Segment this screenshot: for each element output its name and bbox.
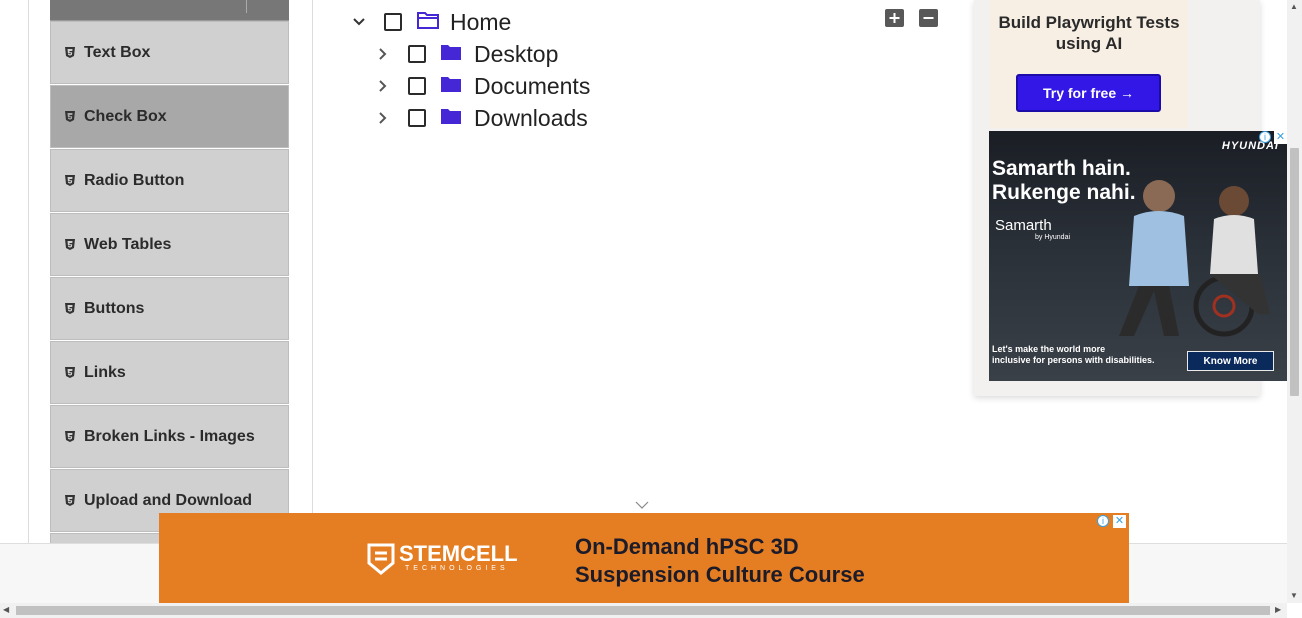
checkbox[interactable] bbox=[408, 109, 426, 127]
scroll-left-arrow-icon[interactable]: ◀ bbox=[3, 605, 9, 614]
tree-node-label[interactable]: Desktop bbox=[474, 41, 558, 68]
ad-title: Build Playwright Tests using AI bbox=[998, 13, 1180, 53]
minus-square-icon bbox=[923, 17, 934, 19]
tree-node-desktop: Desktop bbox=[375, 40, 558, 68]
scroll-up-arrow-icon[interactable]: ▲ bbox=[1290, 2, 1298, 11]
sidebar-item-label: Radio Button bbox=[84, 171, 185, 189]
chevron-right-icon[interactable] bbox=[375, 46, 391, 62]
html5-icon bbox=[65, 367, 75, 378]
tree-node-label[interactable]: Downloads bbox=[474, 105, 588, 132]
folder-open-icon bbox=[417, 11, 439, 34]
playwright-ad[interactable]: Build Playwright Tests using AI Try for … bbox=[990, 0, 1188, 128]
html5-icon bbox=[65, 111, 75, 122]
ad-headline-line-2: Suspension Culture Course bbox=[575, 562, 865, 587]
html5-icon bbox=[65, 303, 75, 314]
stemcell-logo: STEMCELL bbox=[399, 541, 518, 566]
sidebar-item-buttons[interactable]: Buttons bbox=[50, 277, 289, 340]
samarth-logo-text: Samarth bbox=[995, 217, 1052, 234]
sidebar-item-label: Buttons bbox=[84, 299, 145, 317]
people-photo bbox=[1119, 180, 1270, 337]
html5-icon bbox=[65, 239, 75, 250]
horizontal-scrollbar-thumb[interactable] bbox=[16, 606, 1270, 615]
scroll-down-arrow-icon[interactable]: ▼ bbox=[1290, 591, 1298, 600]
sidebar-group-header[interactable] bbox=[50, 0, 289, 21]
sidebar-item-label: Upload and Download bbox=[84, 491, 252, 509]
html5-icon bbox=[65, 175, 75, 186]
chevron-right-icon[interactable] bbox=[375, 78, 391, 94]
sidebar-item-label: Check Box bbox=[84, 107, 167, 125]
sidebar-item-check-box[interactable]: Check Box bbox=[50, 85, 289, 148]
tree-node-home: Home bbox=[351, 8, 511, 36]
ad-headline-line-1: On-Demand hPSC 3D bbox=[575, 534, 799, 559]
ad-footer-line-2: inclusive for persons with disabilities. bbox=[992, 355, 1155, 365]
checkbox[interactable] bbox=[408, 45, 426, 63]
ad-footer-line-1: Let's make the world more bbox=[992, 344, 1106, 354]
html5-icon bbox=[65, 495, 75, 506]
chevron-down-icon[interactable] bbox=[351, 14, 367, 30]
sidebar-item-web-tables[interactable]: Web Tables bbox=[50, 213, 289, 276]
tree-node-label[interactable]: Home bbox=[450, 9, 511, 36]
sidebar-item-links[interactable]: Links bbox=[50, 341, 289, 404]
folder-icon bbox=[441, 44, 461, 65]
sidebar-item-text-box[interactable]: Text Box bbox=[50, 21, 289, 84]
samarth-logo-sub: by Hyundai bbox=[1035, 234, 1071, 241]
ad-close-icon[interactable]: ✕ bbox=[1113, 515, 1126, 528]
plus-square-icon bbox=[889, 13, 900, 23]
checkbox[interactable] bbox=[408, 77, 426, 95]
samarth-logo: Samarth by Hyundai bbox=[995, 217, 1070, 241]
sidebar-item-label: Text Box bbox=[84, 43, 151, 61]
ad-close-icon[interactable]: ✕ bbox=[1274, 131, 1287, 144]
page-gutter-left bbox=[28, 0, 29, 545]
hyundai-ad[interactable]: HYUNDAI Samarth hain. Rukenge nahi. Sama… bbox=[989, 131, 1287, 381]
tree-node-label[interactable]: Documents bbox=[474, 73, 590, 100]
sidebar-item-radio-button[interactable]: Radio Button bbox=[50, 149, 289, 212]
sidebar-item-label: Links bbox=[84, 363, 126, 381]
ad-info-icon[interactable]: i bbox=[1259, 131, 1271, 143]
checkbox[interactable] bbox=[384, 13, 402, 31]
try-for-free-button[interactable]: Try for free → bbox=[1016, 74, 1161, 112]
collapse-all-button[interactable] bbox=[919, 9, 938, 27]
stemcell-logo-icon bbox=[367, 543, 395, 575]
stemcell-ad[interactable]: STEMCELL TECHNOLOGIES On-Demand hPSC 3D … bbox=[159, 513, 1129, 603]
sidebar-item-broken-links[interactable]: Broken Links - Images bbox=[50, 405, 289, 468]
folder-icon bbox=[441, 76, 461, 97]
know-more-button[interactable]: Know More bbox=[1187, 351, 1274, 371]
tree-node-downloads: Downloads bbox=[375, 104, 588, 132]
folder-icon bbox=[441, 108, 461, 129]
ad-headline: On-Demand hPSC 3D Suspension Culture Cou… bbox=[575, 533, 865, 589]
html5-icon bbox=[65, 47, 75, 58]
ad-info-icon[interactable]: i bbox=[1097, 515, 1109, 527]
html5-icon bbox=[65, 431, 75, 442]
sidebar-item-label: Web Tables bbox=[84, 235, 172, 253]
stemcell-logo-sub: TECHNOLOGIES bbox=[405, 565, 509, 572]
ad-footer: Let's make the world more inclusive for … bbox=[992, 344, 1155, 366]
divider bbox=[246, 0, 247, 13]
scroll-right-arrow-icon[interactable]: ▶ bbox=[1275, 605, 1281, 614]
sidebar-item-label: Broken Links - Images bbox=[84, 427, 255, 445]
hyundai-logo: HYUNDAI bbox=[1221, 140, 1279, 152]
chevron-right-icon[interactable] bbox=[375, 110, 391, 126]
sidebar-divider bbox=[312, 0, 313, 545]
tree-node-documents: Documents bbox=[375, 72, 590, 100]
expand-all-button[interactable] bbox=[885, 9, 904, 27]
vertical-scrollbar-thumb[interactable] bbox=[1290, 148, 1299, 396]
